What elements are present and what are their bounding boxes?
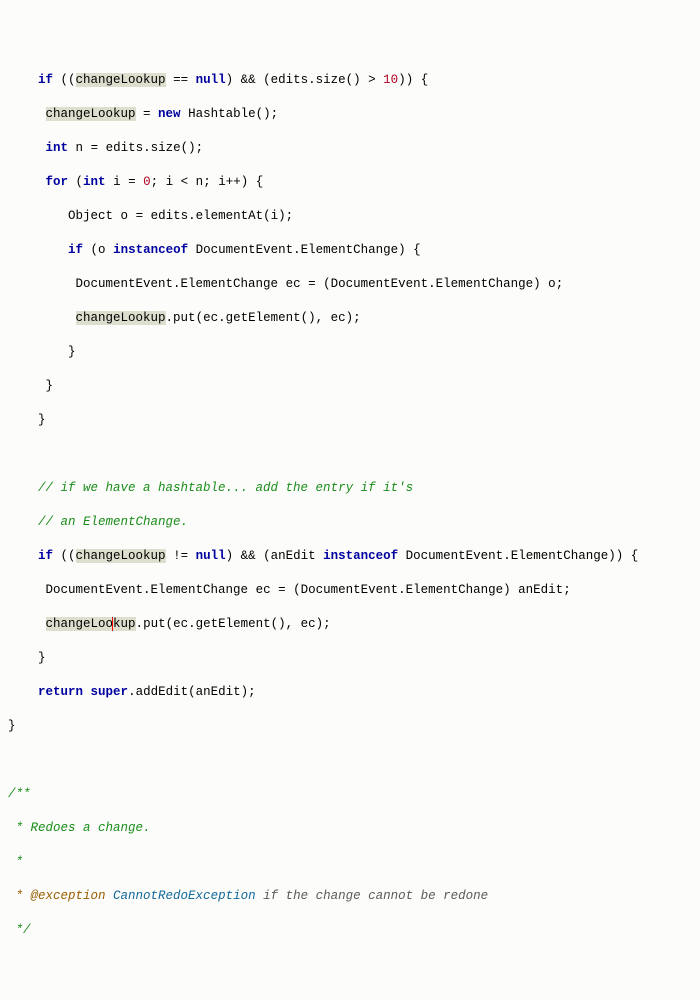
code-line [8,752,692,769]
code-line: // if we have a hashtable... add the ent… [8,480,692,497]
code-line: } [8,378,692,395]
highlight-occurrence: changeLookup [76,311,166,325]
javadoc-line: * [8,854,692,871]
code-line: for (int i = 0; i < n; i++) { [8,174,692,191]
code-line: // an ElementChange. [8,514,692,531]
code-line: changeLookup.put(ec.getElement(), ec); [8,616,692,633]
code-line [8,446,692,463]
code-line: return super.addEdit(anEdit); [8,684,692,701]
highlight-occurrence: changeLookup [76,549,166,563]
code-line: Object o = edits.elementAt(i); [8,208,692,225]
code-line: if ((changeLookup == null) && (edits.siz… [8,72,692,89]
code-line: DocumentEvent.ElementChange ec = (Docume… [8,276,692,293]
javadoc-line: * @exception CannotRedoException if the … [8,888,692,905]
text-cursor [112,617,113,631]
highlight-occurrence: changeLookup [46,617,136,631]
code-line: DocumentEvent.ElementChange ec = (Docume… [8,582,692,599]
code-line: int n = edits.size(); [8,140,692,157]
code-line: } [8,344,692,361]
code-line: } [8,718,692,735]
code-line: changeLookup = new Hashtable(); [8,106,692,123]
code-line: if ((changeLookup != null) && (anEdit in… [8,548,692,565]
javadoc-line: /** [8,786,692,803]
javadoc-line: */ [8,922,692,939]
highlight-occurrence: changeLookup [46,107,136,121]
code-line: changeLookup.put(ec.getElement(), ec); [8,310,692,327]
javadoc-line: * Redoes a change. [8,820,692,837]
code-line: } [8,412,692,429]
code-line: if (o instanceof DocumentEvent.ElementCh… [8,242,692,259]
highlight-occurrence: changeLookup [76,73,166,87]
code-line: } [8,650,692,667]
